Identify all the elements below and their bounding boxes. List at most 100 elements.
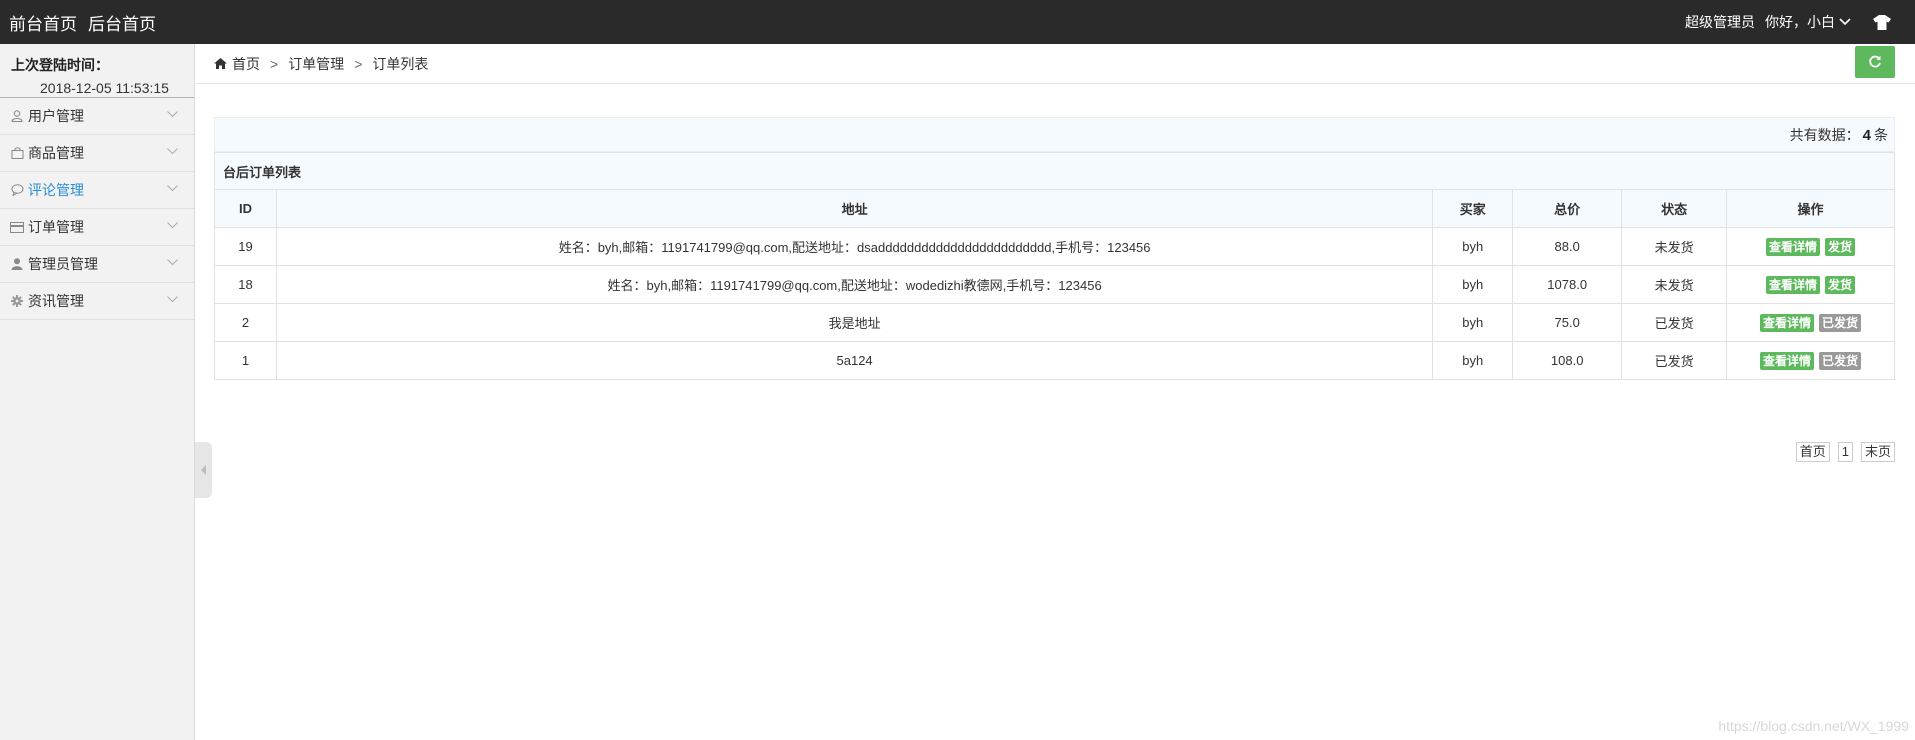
cell-actions: 查看详情 发货 bbox=[1726, 265, 1895, 304]
gear-icon bbox=[10, 294, 24, 308]
sidebar-item-admins[interactable]: 管理员管理 bbox=[0, 246, 194, 283]
watermark: https://blog.csdn.net/WX_1999 bbox=[1718, 718, 1909, 734]
sidebar-item-label: 管理员管理 bbox=[28, 256, 98, 272]
cell-actions: 查看详情 发货 bbox=[1726, 227, 1895, 266]
breadcrumb-current: 订单列表 bbox=[372, 55, 429, 72]
cell-price: 1078.0 bbox=[1512, 265, 1623, 304]
table-row: 19 姓名：byh,邮箱：1191741799@qq.com,配送地址：dsad… bbox=[214, 227, 1895, 266]
sidebar-collapse-toggle[interactable] bbox=[195, 442, 212, 498]
view-details-button[interactable]: 查看详情 bbox=[1766, 237, 1821, 256]
view-details-button[interactable]: 查看详情 bbox=[1766, 275, 1821, 294]
breadcrumb: 首页 > 订单管理 > 订单列表 bbox=[196, 44, 1915, 84]
sidebar-item-label: 评论管理 bbox=[28, 182, 84, 198]
breadcrumb-separator: > bbox=[270, 55, 279, 72]
sidebar-item-label: 订单管理 bbox=[28, 219, 84, 235]
view-details-button[interactable]: 查看详情 bbox=[1760, 313, 1815, 332]
admin-icon bbox=[10, 257, 24, 271]
cell-id: 19 bbox=[214, 227, 277, 266]
sidebar-item-label: 商品管理 bbox=[28, 145, 84, 161]
page-number-button[interactable]: 1 bbox=[1837, 442, 1853, 462]
record-count-prefix: 共有数据： bbox=[1789, 127, 1860, 143]
table-caption: 台后订单列表 bbox=[214, 152, 1895, 190]
last-login-box: 上次登陆时间： 2018-12-05 11:53:15 bbox=[0, 44, 194, 98]
chevron-down-icon bbox=[167, 111, 178, 118]
cell-status: 已发货 bbox=[1621, 341, 1728, 380]
chevron-down-icon bbox=[167, 296, 178, 303]
comment-icon bbox=[10, 183, 24, 197]
table-row: 18 姓名：byh,邮箱：1191741799@qq.com,配送地址：wode… bbox=[214, 265, 1895, 304]
table-caption-row: 台后订单列表 bbox=[214, 152, 1895, 190]
cell-price: 75.0 bbox=[1512, 303, 1623, 342]
sidebar: 上次登陆时间： 2018-12-05 11:53:15 用户管理 商品管理 评论… bbox=[0, 44, 195, 740]
cell-status: 已发货 bbox=[1621, 303, 1728, 342]
shipped-badge: 已发货 bbox=[1819, 313, 1862, 332]
cell-buyer: byh bbox=[1432, 227, 1514, 266]
breadcrumb-separator: > bbox=[354, 55, 363, 72]
cell-actions: 查看详情 已发货 bbox=[1726, 303, 1895, 342]
tshirt-icon[interactable] bbox=[1873, 14, 1891, 30]
record-count-suffix: 条 bbox=[1874, 127, 1888, 143]
cell-buyer: byh bbox=[1432, 303, 1514, 342]
sidebar-item-news[interactable]: 资讯管理 bbox=[0, 283, 194, 320]
pagination: 首页 1 末页 bbox=[1788, 442, 1895, 462]
table-header-row: ID 地址 买家 总价 状态 操作 bbox=[214, 189, 1895, 228]
top-nav: 前台首页 后台首页 bbox=[9, 0, 167, 44]
chevron-down-icon bbox=[167, 185, 178, 192]
sidebar-item-comments[interactable]: 评论管理 bbox=[0, 172, 194, 209]
cell-actions: 查看详情 已发货 bbox=[1726, 341, 1895, 380]
top-bar: 前台首页 后台首页 超级管理员 你好，小白 bbox=[0, 0, 1915, 44]
first-page-button[interactable]: 首页 bbox=[1795, 442, 1830, 462]
chevron-down-icon bbox=[1839, 18, 1851, 26]
card-icon bbox=[10, 220, 24, 234]
cell-id: 1 bbox=[214, 341, 277, 380]
column-header-actions: 操作 bbox=[1726, 189, 1895, 228]
cell-buyer: byh bbox=[1432, 265, 1514, 304]
shipped-badge: 已发货 bbox=[1819, 351, 1862, 370]
record-count-value: 4 bbox=[1862, 127, 1871, 144]
backend-home-link[interactable]: 后台首页 bbox=[88, 10, 156, 35]
cell-id: 2 bbox=[214, 303, 277, 342]
user-menu[interactable]: 你好，小白 bbox=[1765, 12, 1851, 32]
user-icon bbox=[10, 109, 24, 123]
view-details-button[interactable]: 查看详情 bbox=[1760, 351, 1815, 370]
chevron-down-icon bbox=[167, 222, 178, 229]
column-header-buyer: 买家 bbox=[1432, 189, 1514, 228]
chevron-down-icon bbox=[167, 148, 178, 155]
cell-id: 18 bbox=[214, 265, 277, 304]
last-page-button[interactable]: 末页 bbox=[1860, 442, 1895, 462]
breadcrumb-orders[interactable]: 订单管理 bbox=[288, 54, 344, 74]
last-login-label: 上次登陆时间： bbox=[11, 57, 109, 73]
frontend-home-link[interactable]: 前台首页 bbox=[9, 10, 77, 35]
sidebar-item-users[interactable]: 用户管理 bbox=[0, 98, 194, 135]
sidebar-item-label: 资讯管理 bbox=[28, 293, 84, 309]
breadcrumb-home[interactable]: 首页 bbox=[214, 54, 260, 74]
sidebar-item-orders[interactable]: 订单管理 bbox=[0, 209, 194, 246]
sidebar-item-label: 用户管理 bbox=[28, 108, 84, 124]
breadcrumb-home-label: 首页 bbox=[232, 55, 260, 72]
home-icon bbox=[214, 58, 227, 69]
record-count: 共有数据： 4 条 bbox=[214, 117, 1895, 152]
table-row: 1 5a124 byh 108.0 已发货 查看详情 已发货 bbox=[214, 341, 1895, 380]
cell-status: 未发货 bbox=[1621, 227, 1728, 266]
cell-buyer: byh bbox=[1432, 341, 1514, 380]
refresh-icon bbox=[1869, 55, 1881, 68]
column-header-address: 地址 bbox=[275, 189, 1434, 228]
cell-price: 88.0 bbox=[1512, 227, 1623, 266]
orders-table: 台后订单列表 ID 地址 买家 总价 状态 操作 19 姓名：byh,邮箱：11… bbox=[214, 152, 1895, 380]
cell-status: 未发货 bbox=[1621, 265, 1728, 304]
cell-price: 108.0 bbox=[1512, 341, 1623, 380]
cell-address: 姓名：byh,邮箱：1191741799@qq.com,配送地址：dsadddd… bbox=[275, 227, 1434, 266]
user-area: 超级管理员 你好，小白 bbox=[1685, 0, 1891, 44]
refresh-button[interactable] bbox=[1855, 46, 1895, 78]
user-role: 超级管理员 bbox=[1685, 14, 1755, 30]
table-row: 2 我是地址 byh 75.0 已发货 查看详情 已发货 bbox=[214, 303, 1895, 342]
column-header-id: ID bbox=[214, 189, 277, 228]
bag-icon bbox=[10, 146, 24, 160]
column-header-price: 总价 bbox=[1512, 189, 1623, 228]
chevron-left-icon bbox=[200, 465, 206, 475]
cell-address: 我是地址 bbox=[275, 303, 1434, 342]
sidebar-item-products[interactable]: 商品管理 bbox=[0, 135, 194, 172]
cell-address: 5a124 bbox=[275, 341, 1434, 380]
ship-button[interactable]: 发货 bbox=[1825, 237, 1856, 256]
ship-button[interactable]: 发货 bbox=[1825, 275, 1856, 294]
